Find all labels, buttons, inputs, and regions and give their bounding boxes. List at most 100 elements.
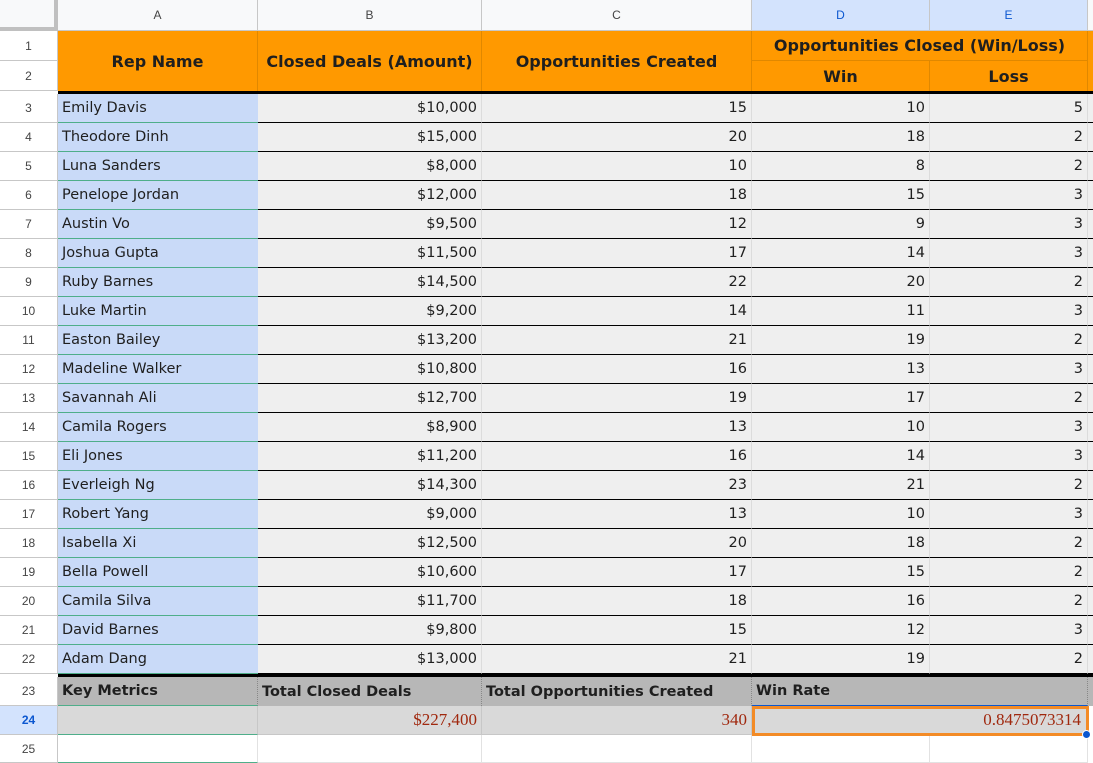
rep-name-cell[interactable]: Isabella Xi bbox=[58, 529, 258, 558]
loss-cell[interactable]: 3 bbox=[930, 616, 1088, 645]
win-cell[interactable]: 18 bbox=[752, 529, 930, 558]
win-cell[interactable]: 10 bbox=[752, 500, 930, 529]
key-metrics-label[interactable]: Key Metrics bbox=[58, 677, 258, 706]
opportunities-created-cell[interactable]: 16 bbox=[482, 442, 752, 471]
win-cell[interactable]: 10 bbox=[752, 413, 930, 442]
loss-cell[interactable]: 3 bbox=[930, 181, 1088, 210]
loss-cell[interactable]: 3 bbox=[930, 355, 1088, 384]
loss-cell[interactable]: 2 bbox=[930, 268, 1088, 297]
loss-cell[interactable]: 3 bbox=[930, 413, 1088, 442]
row-header-21[interactable]: 21 bbox=[0, 616, 58, 645]
column-f-partial-cell[interactable] bbox=[1088, 355, 1093, 384]
rep-name-cell[interactable]: Penelope Jordan bbox=[58, 181, 258, 210]
column-header-d[interactable]: D bbox=[752, 0, 930, 31]
win-cell[interactable]: 15 bbox=[752, 558, 930, 587]
row-header-3[interactable]: 3 bbox=[0, 94, 58, 123]
opportunities-created-cell[interactable]: 19 bbox=[482, 384, 752, 413]
closed-deals-cell[interactable]: $8,900 bbox=[258, 413, 482, 442]
row-header-24[interactable]: 24 bbox=[0, 706, 58, 735]
loss-cell[interactable]: 2 bbox=[930, 326, 1088, 355]
empty-cell-d25[interactable] bbox=[752, 735, 930, 763]
closed-deals-cell[interactable]: $11,700 bbox=[258, 587, 482, 616]
win-cell[interactable]: 12 bbox=[752, 616, 930, 645]
header-opportunities-created[interactable]: Opportunities Created bbox=[482, 31, 752, 91]
column-f-partial-cell[interactable] bbox=[1088, 123, 1093, 152]
row-header-14[interactable]: 14 bbox=[0, 413, 58, 442]
fill-handle[interactable] bbox=[1082, 730, 1091, 739]
row-header-7[interactable]: 7 bbox=[0, 210, 58, 239]
opportunities-created-cell[interactable]: 21 bbox=[482, 326, 752, 355]
closed-deals-cell[interactable]: $8,000 bbox=[258, 152, 482, 181]
header-rep-name[interactable]: Rep Name bbox=[58, 31, 258, 91]
rep-name-cell[interactable]: David Barnes bbox=[58, 616, 258, 645]
column-f-partial-cell[interactable] bbox=[1088, 326, 1093, 355]
closed-deals-cell[interactable]: $10,600 bbox=[258, 558, 482, 587]
empty-cell-e25[interactable] bbox=[930, 735, 1088, 763]
column-header-b[interactable]: B bbox=[258, 0, 482, 31]
rep-name-cell[interactable]: Everleigh Ng bbox=[58, 471, 258, 500]
rep-name-cell[interactable]: Bella Powell bbox=[58, 558, 258, 587]
rep-name-cell[interactable]: Easton Bailey bbox=[58, 326, 258, 355]
win-cell[interactable]: 14 bbox=[752, 442, 930, 471]
opportunities-created-cell[interactable]: 16 bbox=[482, 355, 752, 384]
column-f-partial-cell[interactable] bbox=[1088, 616, 1093, 645]
opportunities-created-cell[interactable]: 23 bbox=[482, 471, 752, 500]
row-header-9[interactable]: 9 bbox=[0, 268, 58, 297]
column-f-partial-cell[interactable] bbox=[1088, 297, 1093, 326]
loss-cell[interactable]: 2 bbox=[930, 123, 1088, 152]
opportunities-created-cell[interactable]: 14 bbox=[482, 297, 752, 326]
rep-name-cell[interactable]: Austin Vo bbox=[58, 210, 258, 239]
row-header-23[interactable]: 23 bbox=[0, 677, 58, 706]
row-header-2[interactable]: 2 bbox=[0, 61, 58, 91]
column-header-c[interactable]: C bbox=[482, 0, 752, 31]
column-f-partial-cell[interactable] bbox=[1088, 268, 1093, 297]
closed-deals-cell[interactable]: $10,000 bbox=[258, 94, 482, 123]
total-closed-deals-label[interactable]: Total Closed Deals bbox=[258, 677, 482, 706]
closed-deals-cell[interactable]: $15,000 bbox=[258, 123, 482, 152]
row-header-5[interactable]: 5 bbox=[0, 152, 58, 181]
header-opportunities-closed[interactable]: Opportunities Closed (Win/Loss) bbox=[752, 31, 1088, 61]
win-cell[interactable]: 19 bbox=[752, 326, 930, 355]
loss-cell[interactable]: 2 bbox=[930, 558, 1088, 587]
opportunities-created-cell[interactable]: 17 bbox=[482, 239, 752, 268]
metric-column-f-partial[interactable] bbox=[1088, 677, 1093, 706]
closed-deals-cell[interactable]: $10,800 bbox=[258, 355, 482, 384]
loss-cell[interactable]: 2 bbox=[930, 645, 1088, 674]
row-header-17[interactable]: 17 bbox=[0, 500, 58, 529]
closed-deals-cell[interactable]: $12,500 bbox=[258, 529, 482, 558]
closed-deals-cell[interactable]: $12,000 bbox=[258, 181, 482, 210]
win-cell[interactable]: 19 bbox=[752, 645, 930, 674]
opportunities-created-cell[interactable]: 21 bbox=[482, 645, 752, 674]
column-f-partial-cell[interactable] bbox=[1088, 500, 1093, 529]
opportunities-created-cell[interactable]: 15 bbox=[482, 616, 752, 645]
row-header-4[interactable]: 4 bbox=[0, 123, 58, 152]
opportunities-created-cell[interactable]: 12 bbox=[482, 210, 752, 239]
closed-deals-cell[interactable]: $11,200 bbox=[258, 442, 482, 471]
total-closed-deals-value[interactable]: $227,400 bbox=[258, 706, 482, 735]
win-cell[interactable]: 8 bbox=[752, 152, 930, 181]
loss-cell[interactable]: 3 bbox=[930, 297, 1088, 326]
row-header-22[interactable]: 22 bbox=[0, 645, 58, 674]
column-header-e[interactable]: E bbox=[930, 0, 1088, 31]
row-header-25[interactable]: 25 bbox=[0, 735, 58, 763]
rep-name-cell[interactable]: Ruby Barnes bbox=[58, 268, 258, 297]
row-header-8[interactable]: 8 bbox=[0, 239, 58, 268]
loss-cell[interactable]: 2 bbox=[930, 384, 1088, 413]
closed-deals-cell[interactable]: $11,500 bbox=[258, 239, 482, 268]
win-cell[interactable]: 13 bbox=[752, 355, 930, 384]
header-loss[interactable]: Loss bbox=[930, 61, 1088, 91]
column-header-a[interactable]: A bbox=[58, 0, 258, 31]
win-cell[interactable]: 18 bbox=[752, 123, 930, 152]
column-f-partial-cell[interactable] bbox=[1088, 645, 1093, 674]
opportunities-created-cell[interactable]: 20 bbox=[482, 123, 752, 152]
column-header-f[interactable] bbox=[1088, 0, 1093, 31]
row-header-6[interactable]: 6 bbox=[0, 181, 58, 210]
row-header-15[interactable]: 15 bbox=[0, 442, 58, 471]
row-header-13[interactable]: 13 bbox=[0, 384, 58, 413]
row-header-20[interactable]: 20 bbox=[0, 587, 58, 616]
win-cell[interactable]: 10 bbox=[752, 94, 930, 123]
closed-deals-cell[interactable]: $14,500 bbox=[258, 268, 482, 297]
closed-deals-cell[interactable]: $13,000 bbox=[258, 645, 482, 674]
rep-name-cell[interactable]: Joshua Gupta bbox=[58, 239, 258, 268]
column-f-partial-cell[interactable] bbox=[1088, 94, 1093, 123]
